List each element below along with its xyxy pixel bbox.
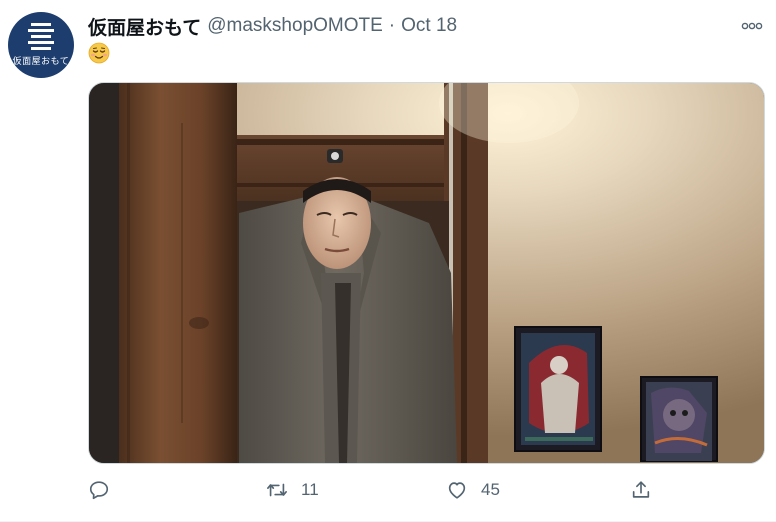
tweet-date[interactable]: Oct 18 (401, 15, 457, 37)
retweet-icon (267, 483, 287, 497)
reply-icon (89, 481, 109, 500)
share-button[interactable] (630, 476, 652, 504)
tweet-photo[interactable] (88, 82, 765, 464)
tweet-header: 仮面屋おもて @maskshopOMOTE · Oct 18 (88, 12, 457, 40)
like-count: 45 (481, 480, 500, 499)
display-name[interactable]: 仮面屋おもて (88, 13, 201, 40)
share-icon (632, 481, 650, 498)
like-button[interactable]: 45 (445, 476, 500, 504)
reply-button[interactable] (88, 476, 122, 504)
avatar-label: 仮面屋おもて (12, 57, 70, 67)
more-options-icon[interactable] (740, 16, 764, 36)
mask-logo-icon (28, 23, 54, 50)
retweet-count: 11 (301, 480, 319, 499)
relieved-face-icon (88, 42, 110, 64)
retweet-button[interactable]: 11 (265, 476, 319, 504)
user-handle[interactable]: @maskshopOMOTE (207, 15, 383, 37)
avatar[interactable]: 仮面屋おもて (8, 12, 74, 78)
tweet[interactable]: 仮面屋おもて 仮面屋おもて @maskshopOMOTE · Oct 18 11… (0, 0, 776, 522)
tweet-actions: 11 45 (88, 476, 668, 504)
heart-icon (448, 482, 466, 499)
separator-dot: · (388, 15, 396, 36)
mask-display-photo (89, 83, 764, 463)
